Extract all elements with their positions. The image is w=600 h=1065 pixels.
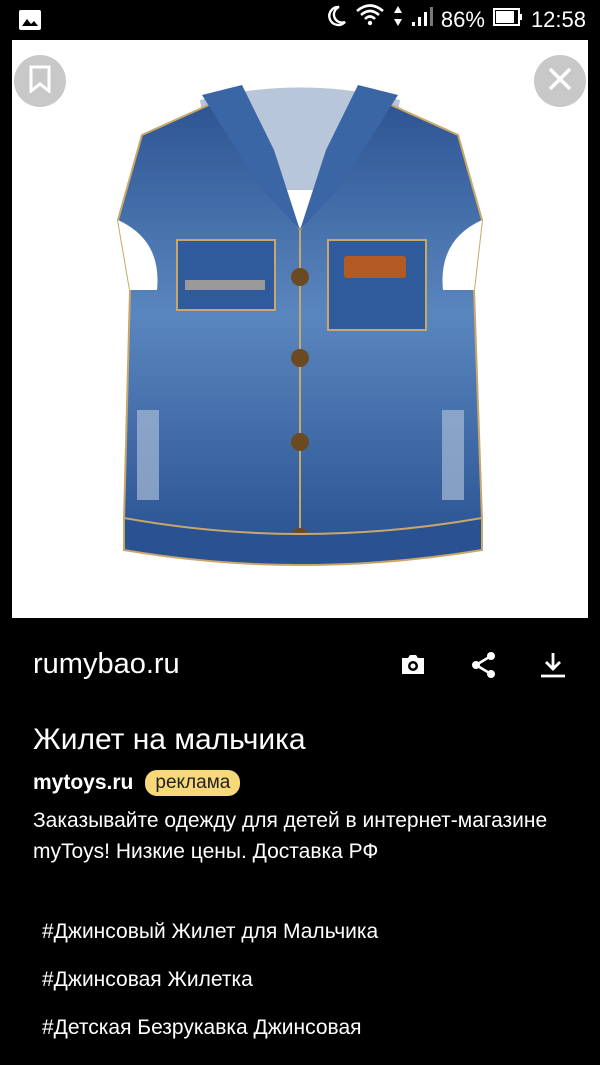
source-link[interactable]: rumybao.ru	[33, 648, 180, 681]
status-bar: 86% 12:58	[0, 0, 600, 40]
bookmark-button[interactable]	[14, 55, 66, 107]
lens-icon[interactable]	[398, 651, 428, 682]
gallery-icon	[18, 9, 42, 36]
data-arrows-icon	[393, 0, 403, 40]
battery-icon	[492, 0, 523, 40]
share-icon[interactable]	[470, 651, 498, 684]
info-panel: rumybao.ru Жилет на мальчика mytoys.ru р…	[0, 618, 600, 1065]
ad-badge: реклама	[145, 770, 241, 796]
moon-icon	[325, 0, 347, 40]
image-preview[interactable]	[12, 40, 588, 618]
close-button[interactable]	[534, 55, 586, 107]
tag-link[interactable]: #Джинсовая Жилетка	[42, 968, 253, 992]
ad-domain[interactable]: mytoys.ru	[33, 771, 133, 795]
tag-link[interactable]: #Детская Безрукавка Джинсовая	[42, 1016, 362, 1040]
battery-text: 86%	[440, 7, 485, 32]
ad-description[interactable]: Заказывайте одежду для детей в интернет-…	[33, 805, 573, 867]
denim-vest-image	[116, 85, 484, 566]
bookmark-icon	[28, 65, 52, 98]
ad-source-row: mytoys.ru реклама	[33, 770, 241, 796]
close-icon	[547, 66, 573, 97]
signal-icon	[411, 0, 433, 40]
status-icons: 86% 12:58	[325, 0, 586, 40]
tag-link[interactable]: #Джинсовый Жилет для Мальчика	[42, 920, 378, 944]
clock: 12:58	[530, 7, 586, 32]
download-icon[interactable]	[539, 651, 567, 684]
ad-title[interactable]: Жилет на мальчика	[33, 723, 306, 757]
wifi-icon	[355, 0, 385, 40]
